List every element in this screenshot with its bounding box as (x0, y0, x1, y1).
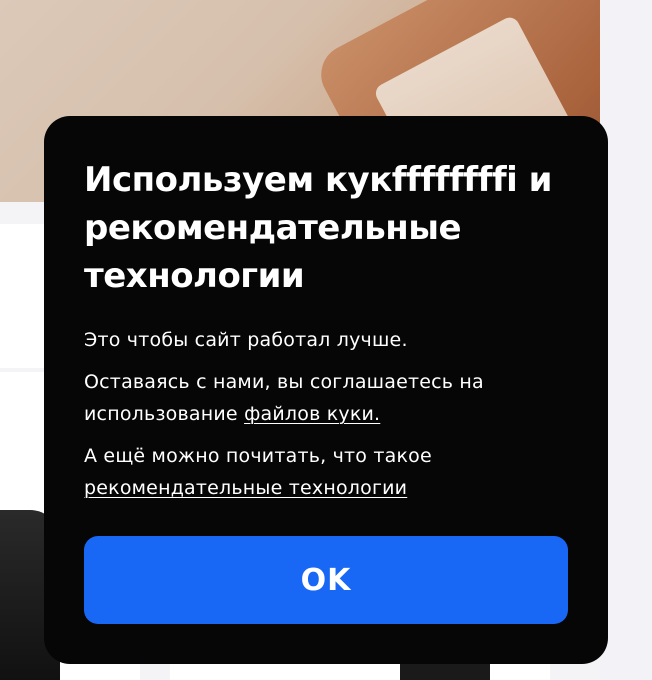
dialog-title: Используем кукffffffffi и рекомендательн… (84, 160, 552, 296)
dialog-text-consent: Оставаясь с нами, вы соглашаетесь на исп… (84, 366, 568, 430)
purpose-text: Это чтобы сайт работал лучше. (84, 329, 408, 351)
dialog-text-purpose: Это чтобы сайт работал лучше. (84, 324, 568, 356)
ok-button[interactable]: OK (84, 536, 568, 624)
recommendation-tech-link[interactable]: рекомендательные технологии (84, 477, 407, 499)
recommendations-text: А ещё можно почитать, что такое (84, 445, 432, 467)
dialog-body: Это чтобы сайт работал лучше. Оставаясь … (84, 324, 568, 504)
cookie-consent-dialog: Используем кукffffffffi и рекомендательн… (44, 116, 608, 664)
cookie-files-link[interactable]: файлов куки. (244, 403, 380, 425)
dialog-text-recommendations: А ещё можно почитать, что такое рекоменд… (84, 440, 568, 504)
